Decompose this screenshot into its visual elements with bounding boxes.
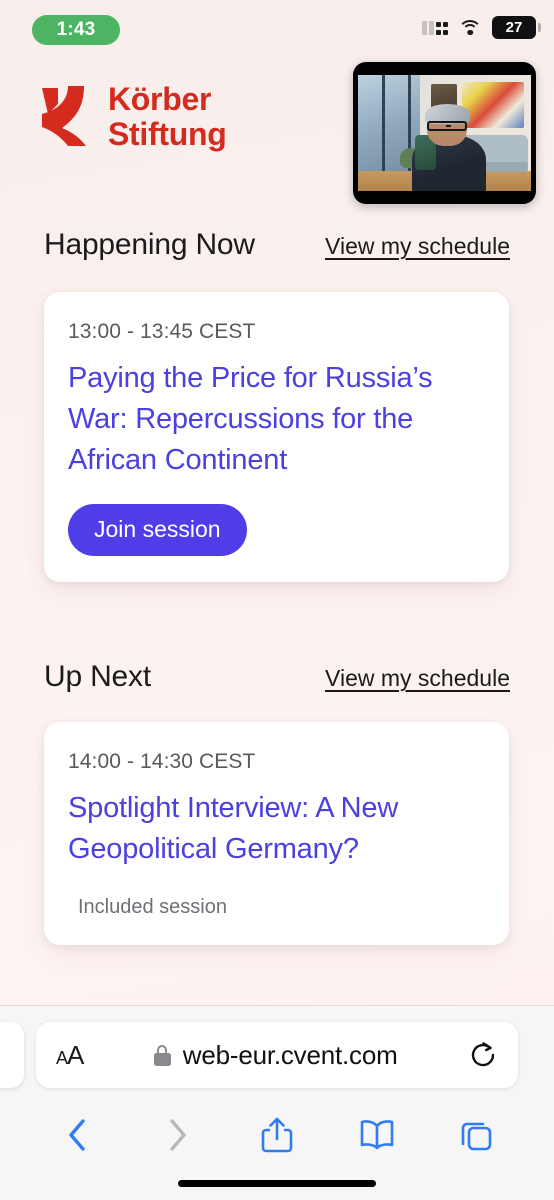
battery-icon: 27	[492, 16, 541, 39]
book-icon[interactable]	[355, 1113, 399, 1157]
section-header-up-next: Up Next View my schedule	[0, 660, 554, 694]
home-indicator	[178, 1180, 376, 1187]
share-icon[interactable]	[255, 1113, 299, 1157]
url-display[interactable]: web-eur.cvent.com	[83, 1040, 468, 1071]
reload-icon[interactable]	[468, 1040, 498, 1070]
address-bar[interactable]: AA web-eur.cvent.com	[36, 1022, 518, 1088]
text-size-button[interactable]: AA	[56, 1039, 84, 1071]
adjacent-tab-peek[interactable]	[0, 1022, 24, 1088]
text-size-small-a: A	[56, 1047, 68, 1068]
join-session-button[interactable]: Join session	[68, 503, 247, 556]
logo-wordmark: Körber Stiftung	[108, 81, 227, 152]
status-bar: 1:43 27	[0, 0, 554, 58]
browser-chrome: AA web-eur.cvent.com	[0, 1005, 554, 1200]
included-session-label: Included session	[78, 896, 227, 919]
phone-screen: 1:43 27 Körber Stiftung Happening Now Vi…	[0, 0, 554, 1200]
view-my-schedule-link-2[interactable]: View my schedule	[325, 665, 510, 692]
session-time: 13:00 - 13:45 CEST	[68, 320, 256, 343]
back-chevron-icon[interactable]	[56, 1113, 100, 1157]
tabs-icon[interactable]	[454, 1113, 498, 1157]
lock-icon	[153, 1044, 171, 1066]
page-title: Happening Now	[44, 228, 255, 261]
time-indicator-pill[interactable]: 1:43	[32, 15, 120, 45]
wifi-icon	[458, 19, 482, 37]
section-header-happening-now: Happening Now View my schedule	[0, 228, 554, 262]
korber-stiftung-logo[interactable]: Körber Stiftung	[38, 81, 227, 152]
logo-line-2: Stiftung	[108, 115, 227, 152]
view-my-schedule-link-1[interactable]: View my schedule	[325, 233, 510, 260]
session-card-up-next[interactable]: 14:00 - 14:30 CEST Spotlight Interview: …	[44, 722, 509, 946]
status-icons: 27	[422, 16, 541, 39]
cellular-dots-icon	[422, 20, 448, 35]
session-time: 14:00 - 14:30 CEST	[68, 750, 256, 773]
page-header: Körber Stiftung	[0, 58, 554, 213]
section-title-up-next: Up Next	[44, 660, 151, 693]
self-view-video-thumbnail[interactable]	[353, 62, 536, 204]
session-card-happening-now[interactable]: 13:00 - 13:45 CEST Paying the Price for …	[44, 292, 509, 582]
video-frame	[358, 75, 531, 191]
session-title-link[interactable]: Spotlight Interview: A New Geopolitical …	[68, 788, 485, 870]
korber-k-mark-icon	[38, 84, 94, 150]
browser-toolbar	[0, 1104, 554, 1166]
forward-chevron-icon	[155, 1113, 199, 1157]
url-text: web-eur.cvent.com	[182, 1039, 398, 1070]
logo-line-1: Körber	[108, 81, 212, 117]
session-title-link[interactable]: Paying the Price for Russia’s War: Reper…	[68, 358, 485, 482]
text-size-large-a: A	[67, 1039, 84, 1070]
